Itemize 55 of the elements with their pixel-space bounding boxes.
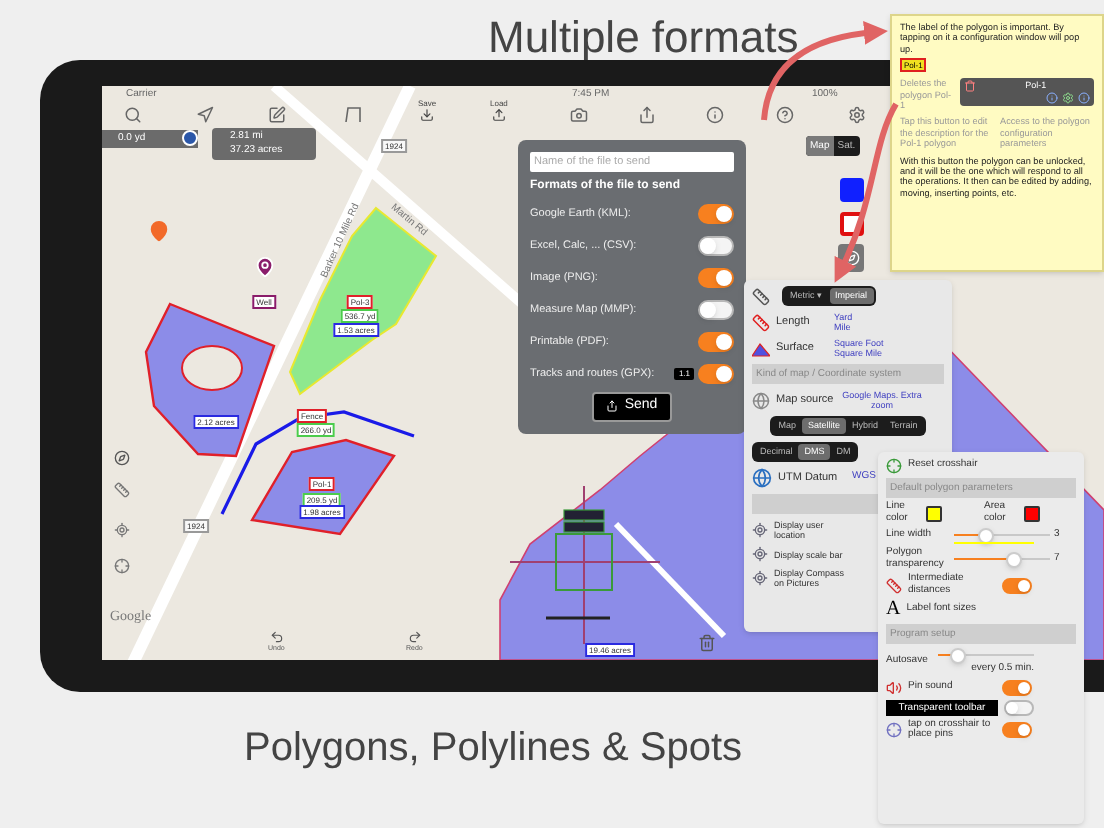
toggle-switch[interactable] — [698, 331, 734, 351]
share-icon[interactable] — [638, 106, 656, 124]
toggle-switch[interactable] — [1002, 577, 1032, 593]
toggle-switch[interactable] — [698, 299, 734, 319]
info-icon[interactable] — [706, 106, 724, 124]
toggle-switch[interactable] — [698, 267, 734, 287]
crosshair-pin-icon — [886, 722, 902, 738]
font-size-icon: A — [886, 600, 901, 620]
compass-icon[interactable] — [114, 450, 130, 466]
crosshair-button-icon[interactable] — [114, 558, 130, 574]
slider[interactable] — [954, 528, 1050, 544]
help-icon[interactable] — [776, 106, 794, 124]
redo-icon[interactable] — [407, 630, 422, 644]
color-swatch[interactable] — [926, 505, 942, 521]
map-source-icon — [752, 391, 770, 409]
toggle-switch[interactable] — [698, 235, 734, 255]
surface-icon — [752, 339, 770, 357]
search-icon[interactable] — [124, 106, 142, 124]
color-swatch[interactable] — [1024, 505, 1040, 521]
settings-icon[interactable] — [848, 106, 866, 124]
distance-icon — [886, 577, 902, 593]
globe-icon — [752, 468, 772, 488]
display-option-icon — [752, 522, 768, 538]
toggle-switch[interactable] — [698, 363, 734, 383]
undo-icon[interactable] — [269, 630, 284, 644]
load-icon[interactable] — [491, 108, 506, 122]
toggle-switch[interactable] — [1002, 679, 1032, 695]
toggle-switch[interactable] — [1002, 722, 1032, 738]
location-icon[interactable] — [114, 522, 130, 538]
slider[interactable] — [954, 551, 1050, 567]
crosshair-icon — [886, 458, 902, 474]
pin-sound-icon — [886, 679, 902, 695]
share-icon — [606, 400, 619, 413]
caption: Polygons, Polylines & Spots — [244, 724, 743, 772]
crosshair-icon — [509, 485, 661, 645]
slider[interactable] — [938, 648, 1034, 664]
units-icon — [752, 287, 770, 305]
scale-bar — [546, 616, 610, 620]
save-icon[interactable] — [420, 108, 435, 122]
navigation-arrow-icon[interactable] — [196, 106, 214, 124]
delete-icon — [963, 80, 976, 93]
display-option-icon — [752, 546, 768, 562]
curve-tool-icon[interactable] — [344, 106, 362, 124]
edit-icon[interactable] — [268, 106, 286, 124]
info-icon[interactable] — [1046, 92, 1058, 105]
compass-icon — [843, 250, 859, 266]
camera-icon[interactable] — [570, 106, 588, 124]
ruler-icon[interactable] — [114, 482, 130, 498]
display-option-icon — [752, 570, 768, 586]
area-color-button[interactable] — [840, 178, 864, 202]
toggle-switch[interactable] — [698, 203, 734, 223]
trash-icon[interactable] — [698, 634, 716, 652]
headline: Multiple formats — [488, 12, 799, 64]
toggle-switch[interactable] — [1004, 699, 1034, 715]
length-icon — [752, 313, 770, 331]
